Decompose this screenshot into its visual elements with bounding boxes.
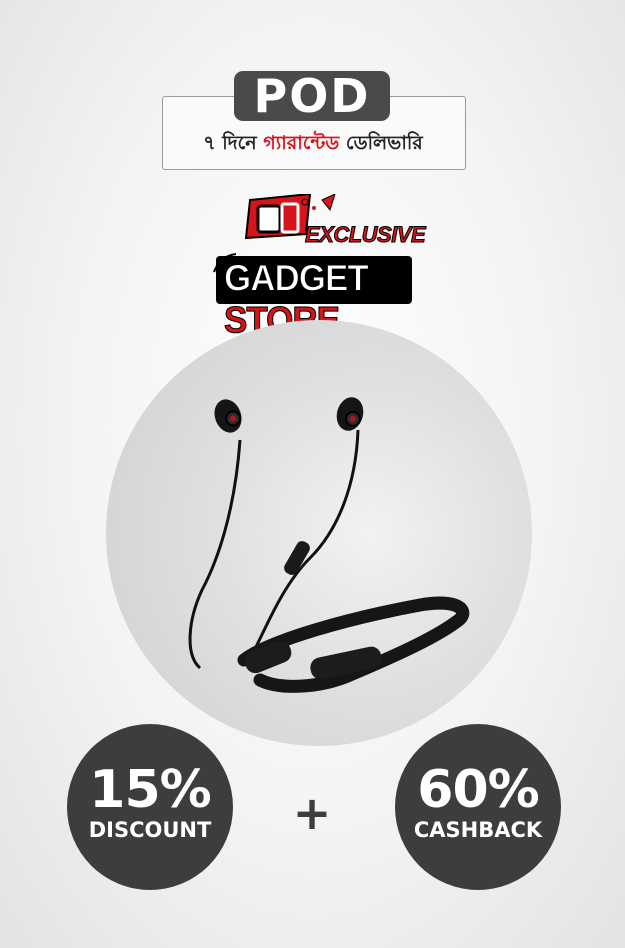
discount-badge: 15% DISCOUNT	[67, 724, 233, 890]
delivery-text: ৭ দিনে গ্যারান্টেড ডেলিভারি	[162, 129, 464, 161]
cashback-value: 60%	[417, 760, 539, 820]
delivery-prefix: ৭ দিনে	[203, 132, 257, 154]
delivery-suffix: ডেলিভারি	[345, 132, 423, 154]
plus-sign: +	[292, 786, 332, 840]
discount-value: 15%	[89, 760, 211, 820]
logo-exclusive-text: EXCLUSIVE	[304, 222, 426, 248]
store-logo: EXCLUSIVE GADGET STORE	[210, 194, 426, 341]
discount-label: DISCOUNT	[88, 818, 212, 842]
logo-gadget-word: GADGET	[224, 257, 370, 299]
delivery-highlight: গ্যারান্টেড	[263, 132, 340, 154]
product-image	[160, 390, 480, 700]
cashback-badge: 60% CASHBACK	[395, 724, 561, 890]
cashback-label: CASHBACK	[413, 818, 543, 842]
pod-label: POD	[234, 71, 390, 121]
neckband-earphones-icon	[188, 397, 470, 693]
